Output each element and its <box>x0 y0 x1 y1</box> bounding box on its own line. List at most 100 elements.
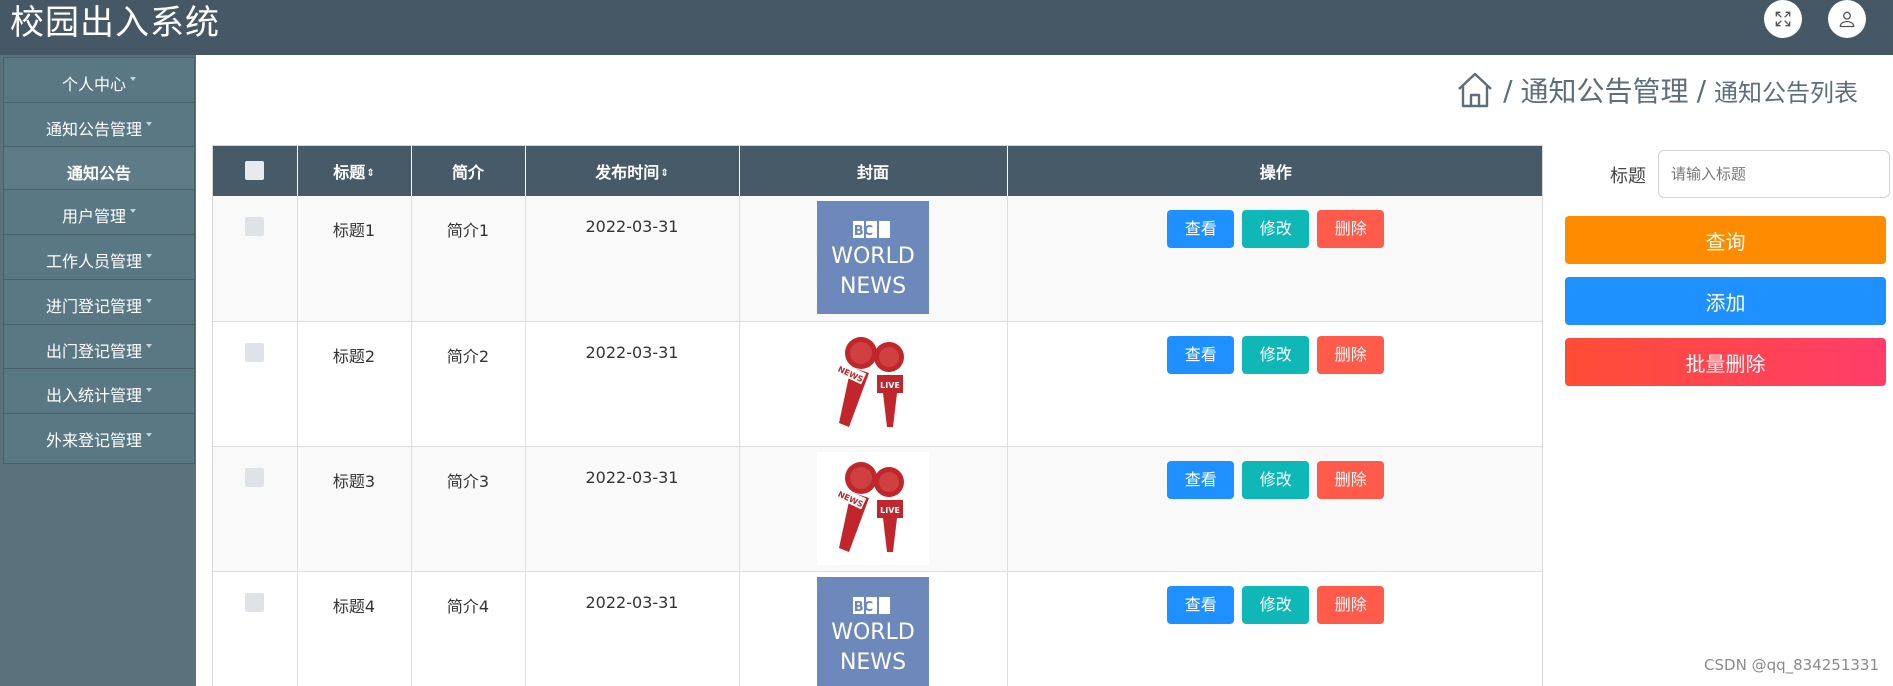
table-row: 标题2 简介2 2022-03-31 NEWS LIVE 查看 修改 删除 <box>213 321 1542 447</box>
row-intro: 简介3 <box>411 446 526 572</box>
top-header: 校园出入系统 <box>0 0 1893 55</box>
watermark: CSDN @qq_834251331 <box>1704 656 1879 674</box>
table-row: 标题4 简介4 2022-03-31 BBC WORLD NEWS 查看 修改 删除 <box>213 571 1542 686</box>
row-actions: 查看 修改 删除 <box>1007 446 1542 572</box>
sort-icon[interactable]: ⇕ <box>366 168 374 179</box>
caret-down-icon <box>130 208 136 213</box>
app-title: 校园出入系统 <box>10 3 220 43</box>
delete-button[interactable]: 删除 <box>1317 210 1385 248</box>
row-cover: NEWS LIVE <box>739 321 1008 447</box>
row-checkbox[interactable] <box>245 467 265 487</box>
sidebar-item-label: 工作人员管理 <box>45 251 142 271</box>
sidebar-item[interactable]: 出入统计管理 <box>3 368 195 419</box>
expand-icon[interactable] <box>1764 0 1802 38</box>
cover-image: BBC WORLD NEWS <box>817 576 929 686</box>
select-all-checkbox[interactable] <box>245 160 265 180</box>
row-actions: 查看 修改 删除 <box>1007 321 1542 447</box>
sidebar-item-label: 外来登记管理 <box>45 430 142 450</box>
row-select-cell <box>213 321 298 447</box>
row-select-cell <box>213 196 298 322</box>
caret-down-icon <box>146 121 152 126</box>
row-publish-time: 2022-03-31 <box>525 571 740 686</box>
sidebar-item-label: 用户管理 <box>61 206 126 226</box>
sidebar-item-label: 进门登记管理 <box>45 296 142 316</box>
sort-icon[interactable]: ⇕ <box>660 168 668 179</box>
edit-button[interactable]: 修改 <box>1242 460 1310 499</box>
row-intro: 简介2 <box>411 321 526 447</box>
view-button[interactable]: 查看 <box>1167 585 1235 624</box>
search-title-input[interactable] <box>1658 150 1890 198</box>
delete-button[interactable]: 删除 <box>1317 460 1385 499</box>
column-title[interactable]: 标题⇕ <box>297 146 412 196</box>
row-select-cell <box>213 571 298 686</box>
caret-down-icon <box>146 343 152 348</box>
sidebar-item-label: 通知公告 <box>66 163 131 183</box>
cover-image: NEWS LIVE <box>817 451 929 565</box>
row-publish-time: 2022-03-31 <box>525 196 740 322</box>
view-button[interactable]: 查看 <box>1167 460 1235 499</box>
cover-text: NEWS <box>840 274 906 299</box>
sidebar-item-label: 出入统计管理 <box>45 385 142 405</box>
home-icon[interactable] <box>1455 70 1495 110</box>
sidebar-item-label: 通知公告管理 <box>45 119 142 139</box>
cover-text: WORLD <box>831 244 915 269</box>
batch-delete-button[interactable]: 批量删除 <box>1565 338 1886 386</box>
caret-down-icon <box>130 76 136 81</box>
table-row: 标题3 简介3 2022-03-31 NEWS LIVE 查看 修改 删除 <box>213 446 1542 572</box>
row-select-cell <box>213 446 298 572</box>
row-cover: BBC WORLD NEWS <box>739 196 1008 322</box>
view-button[interactable]: 查看 <box>1167 210 1235 248</box>
sidebar-item-label: 个人中心 <box>61 74 126 94</box>
edit-button[interactable]: 修改 <box>1242 335 1310 374</box>
sidebar-item[interactable]: 个人中心 <box>3 57 195 108</box>
delete-button[interactable]: 删除 <box>1317 585 1385 624</box>
cover-image: BBC WORLD NEWS <box>817 201 929 314</box>
row-checkbox[interactable] <box>245 342 265 362</box>
sidebar-item[interactable]: 外来登记管理 <box>3 413 195 464</box>
row-title: 标题4 <box>297 571 412 686</box>
sidebar: 个人中心通知公告管理通知公告用户管理工作人员管理 进门登记管理 出门登记管理 出入统计… <box>0 55 196 686</box>
cover-image: NEWS LIVE <box>817 326 929 440</box>
row-intro: 简介4 <box>411 571 526 686</box>
breadcrumb-separator: / <box>1696 73 1706 107</box>
row-intro: 简介1 <box>411 196 526 322</box>
delete-button[interactable]: 删除 <box>1317 335 1385 374</box>
query-button[interactable]: 查询 <box>1565 216 1886 264</box>
row-checkbox[interactable] <box>245 592 265 612</box>
table-row: 标题1 简介1 2022-03-31 BBC WORLD NEWS 查看 修改 删除 <box>213 196 1542 322</box>
row-title: 标题2 <box>297 321 412 447</box>
cover-text: BBC <box>844 224 873 239</box>
caret-down-icon <box>146 253 152 258</box>
row-cover: NEWS LIVE <box>739 446 1008 572</box>
breadcrumb-level1[interactable]: 通知公告管理 <box>1521 70 1689 110</box>
user-icon[interactable] <box>1828 0 1866 38</box>
add-button[interactable]: 添加 <box>1565 277 1886 325</box>
column-publish-time[interactable]: 发布时间⇕ <box>525 146 740 196</box>
view-button[interactable]: 查看 <box>1167 335 1235 374</box>
row-title: 标题1 <box>297 196 412 322</box>
caret-down-icon <box>146 387 152 392</box>
row-checkbox[interactable] <box>245 217 265 236</box>
caret-down-icon <box>146 432 152 437</box>
edit-button[interactable]: 修改 <box>1242 585 1310 624</box>
sidebar-item[interactable]: 工作人员管理 <box>3 234 195 285</box>
sidebar-item[interactable]: 进门登记管理 <box>3 279 195 330</box>
search-title-label: 标题 <box>1610 166 1646 187</box>
breadcrumb-level2: 通知公告列表 <box>1714 78 1858 107</box>
caret-down-icon <box>146 298 152 303</box>
cover-text: WORLD <box>831 620 915 645</box>
cover-text: BBC <box>844 600 873 615</box>
cover-text: LIVE <box>880 506 900 515</box>
select-all-header <box>213 146 298 196</box>
sidebar-item[interactable]: 用户管理 <box>3 189 195 240</box>
column-actions: 操作 <box>1259 163 1292 182</box>
edit-button[interactable]: 修改 <box>1242 210 1310 248</box>
row-publish-time: 2022-03-31 <box>525 321 740 447</box>
row-actions: 查看 修改 删除 <box>1007 196 1542 322</box>
breadcrumb-separator: / <box>1503 73 1513 107</box>
row-actions: 查看 修改 删除 <box>1007 571 1542 686</box>
column-intro: 简介 <box>411 146 526 196</box>
column-cover: 封面 <box>739 146 1008 196</box>
row-publish-time: 2022-03-31 <box>525 446 740 572</box>
sidebar-item-label: 出门登记管理 <box>45 341 142 361</box>
